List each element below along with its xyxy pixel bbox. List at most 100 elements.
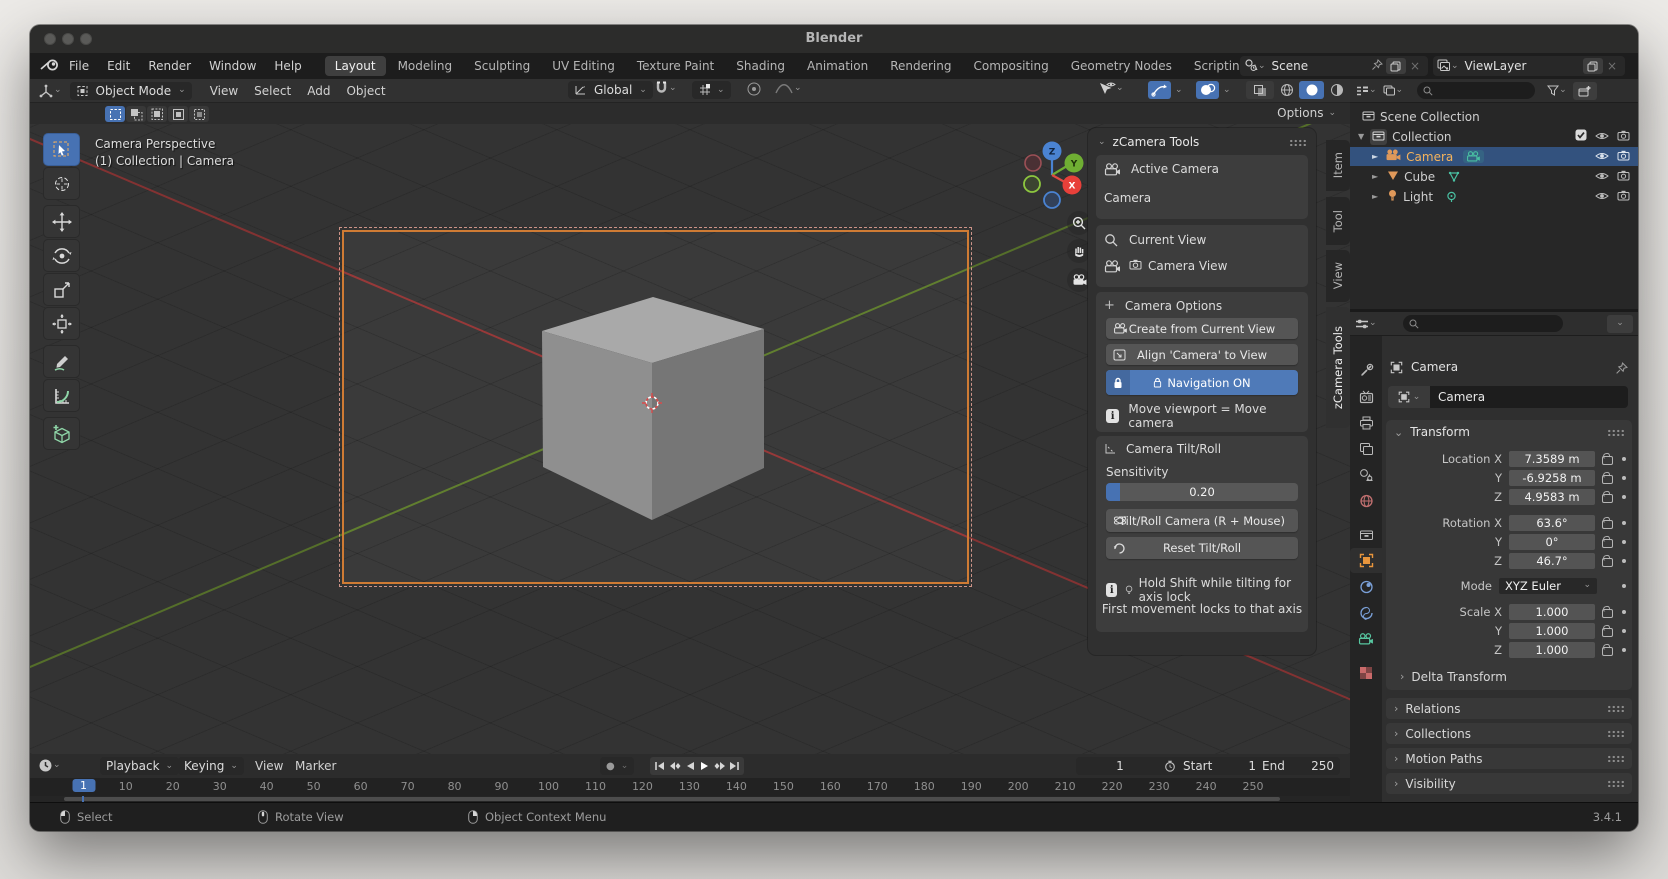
- tab-collection-properties[interactable]: [1350, 522, 1382, 547]
- menu-help[interactable]: Help: [265, 59, 310, 73]
- properties-search-input[interactable]: [1403, 315, 1563, 332]
- menu-file[interactable]: File: [60, 59, 98, 73]
- disclosure-closed-icon[interactable]: ►: [1372, 173, 1378, 181]
- remove-view-layer-button[interactable]: ×: [1603, 59, 1621, 73]
- menu-window[interactable]: Window: [200, 59, 265, 73]
- collections-panel[interactable]: ›Collections: [1386, 723, 1632, 744]
- tab-view-layer-properties[interactable]: [1350, 436, 1382, 461]
- proportional-falloff-selector[interactable]: ⌄: [774, 81, 802, 95]
- disable-render-camera-icon[interactable]: [1617, 190, 1630, 204]
- select-mode-invert-button[interactable]: [168, 106, 188, 122]
- properties-options-button[interactable]: ⌄: [1607, 315, 1633, 333]
- new-scene-button[interactable]: [1386, 58, 1406, 74]
- menu-select[interactable]: Select: [246, 84, 299, 98]
- disclosure-closed-icon[interactable]: ►: [1372, 193, 1378, 201]
- ruler-tick[interactable]: 110: [585, 780, 606, 793]
- breadcrumb-object[interactable]: Camera: [1411, 360, 1458, 374]
- location-y-field[interactable]: -6.9258 m: [1509, 470, 1595, 486]
- tool-measure[interactable]: [43, 379, 80, 412]
- play-button[interactable]: [697, 759, 712, 774]
- ruler-tick[interactable]: 50: [307, 780, 321, 793]
- scale-x-field[interactable]: 1.000: [1509, 604, 1595, 620]
- hide-viewport-eye-icon[interactable]: [1595, 150, 1609, 164]
- ruler-tick[interactable]: 230: [1149, 780, 1170, 793]
- ruler-tick[interactable]: 70: [401, 780, 415, 793]
- options-dropdown[interactable]: Options ⌄: [1277, 106, 1336, 120]
- checkbox-icon[interactable]: [1575, 129, 1587, 144]
- pin-icon[interactable]: [1371, 59, 1383, 74]
- sidebar-tab-tool[interactable]: Tool: [1326, 197, 1350, 245]
- shading-solid-button[interactable]: [1299, 81, 1324, 99]
- align-camera-to-view-button[interactable]: Align 'Camera' to View: [1106, 344, 1298, 365]
- camera-data-icon[interactable]: [1463, 150, 1484, 163]
- tab-render-properties[interactable]: [1350, 384, 1382, 409]
- animate-dot[interactable]: [1622, 457, 1626, 461]
- outliner-row-collection[interactable]: ▼ Collection: [1350, 127, 1638, 146]
- sensitivity-slider[interactable]: 0.20: [1106, 483, 1298, 501]
- unlink-scene-button[interactable]: ×: [1406, 59, 1424, 73]
- outliner-row-camera[interactable]: ► Camera: [1350, 147, 1638, 166]
- lock-icon[interactable]: [1602, 647, 1613, 656]
- ruler-tick[interactable]: 90: [495, 780, 509, 793]
- reset-tilt-roll-button[interactable]: Reset Tilt/Roll: [1106, 537, 1298, 559]
- lock-icon[interactable]: [1602, 539, 1613, 548]
- tab-constraints-properties[interactable]: [1350, 574, 1382, 599]
- animate-dot[interactable]: [1622, 495, 1626, 499]
- outliner-row-scene-collection[interactable]: Scene Collection: [1350, 107, 1638, 126]
- tab-texture-paint[interactable]: Texture Paint: [627, 56, 724, 76]
- tool-cursor[interactable]: [43, 167, 80, 200]
- rotation-y-field[interactable]: 0°: [1509, 534, 1595, 550]
- tab-physics-properties[interactable]: [1350, 600, 1382, 625]
- jump-to-end-button[interactable]: [727, 759, 742, 774]
- tool-transform[interactable]: [43, 307, 80, 340]
- ruler-tick[interactable]: 120: [632, 780, 653, 793]
- disable-render-camera-icon[interactable]: [1617, 170, 1630, 184]
- menu-edit[interactable]: Edit: [98, 59, 139, 73]
- viewport-canvas[interactable]: Camera Perspective (1) Collection | Came…: [30, 124, 1350, 754]
- lock-icon[interactable]: [1602, 494, 1613, 503]
- drag-handle-icon[interactable]: [1607, 429, 1624, 436]
- gizmo-negative-z[interactable]: [1044, 192, 1060, 208]
- tab-modeling[interactable]: Modeling: [388, 56, 463, 76]
- id-type-button[interactable]: ⌄: [1388, 386, 1430, 408]
- previous-keyframe-button[interactable]: [667, 759, 682, 774]
- active-camera-row[interactable]: Active Camera: [1104, 162, 1219, 176]
- tab-tool-properties[interactable]: [1350, 358, 1382, 383]
- ruler-tick[interactable]: 160: [820, 780, 841, 793]
- ruler-tick[interactable]: 140: [726, 780, 747, 793]
- disclosure-closed-icon[interactable]: ►: [1372, 153, 1378, 161]
- menu-render[interactable]: Render: [139, 59, 200, 73]
- tab-shading[interactable]: Shading: [726, 56, 795, 76]
- gizmos-toggle[interactable]: ⌄: [1148, 81, 1183, 99]
- animate-dot[interactable]: [1622, 521, 1626, 525]
- ruler-tick[interactable]: 80: [448, 780, 462, 793]
- rotation-mode-dropdown[interactable]: XYZ Euler⌄: [1499, 578, 1597, 594]
- tilt-roll-header[interactable]: Camera Tilt/Roll: [1104, 442, 1221, 456]
- outliner-search-input[interactable]: [1417, 82, 1535, 99]
- select-mode-new-button[interactable]: [105, 106, 125, 122]
- tool-move[interactable]: [43, 205, 80, 238]
- navigation-gizmo[interactable]: Z Y X: [1012, 137, 1092, 217]
- tab-layout[interactable]: Layout: [325, 56, 386, 76]
- location-x-field[interactable]: 7.3589 m: [1509, 451, 1595, 467]
- display-mode-button[interactable]: ⌄: [1383, 85, 1404, 96]
- ruler-tick[interactable]: 20: [166, 780, 180, 793]
- next-keyframe-button[interactable]: [712, 759, 727, 774]
- disable-render-camera-icon[interactable]: [1617, 150, 1630, 164]
- menu-add[interactable]: Add: [299, 84, 338, 98]
- tool-scale[interactable]: [43, 273, 80, 306]
- tab-object-properties[interactable]: [1350, 548, 1382, 573]
- ruler-tick[interactable]: 210: [1055, 780, 1076, 793]
- new-view-layer-button[interactable]: [1583, 58, 1603, 74]
- tool-select-box[interactable]: [43, 133, 80, 166]
- ruler-tick[interactable]: 200: [1008, 780, 1029, 793]
- hide-viewport-eye-icon[interactable]: [1595, 190, 1609, 204]
- select-mode-intersect-button[interactable]: [189, 106, 209, 122]
- filter-button[interactable]: ⌄: [1547, 85, 1567, 96]
- tab-geometry-nodes[interactable]: Geometry Nodes: [1061, 56, 1182, 76]
- sidebar-tab-item[interactable]: Item: [1326, 140, 1350, 191]
- new-collection-button[interactable]: [1573, 82, 1597, 100]
- current-frame-indicator[interactable]: 1: [72, 779, 95, 792]
- visibility-dropdown[interactable]: ⌄: [1098, 81, 1124, 95]
- object-name-field[interactable]: Camera: [1430, 386, 1628, 408]
